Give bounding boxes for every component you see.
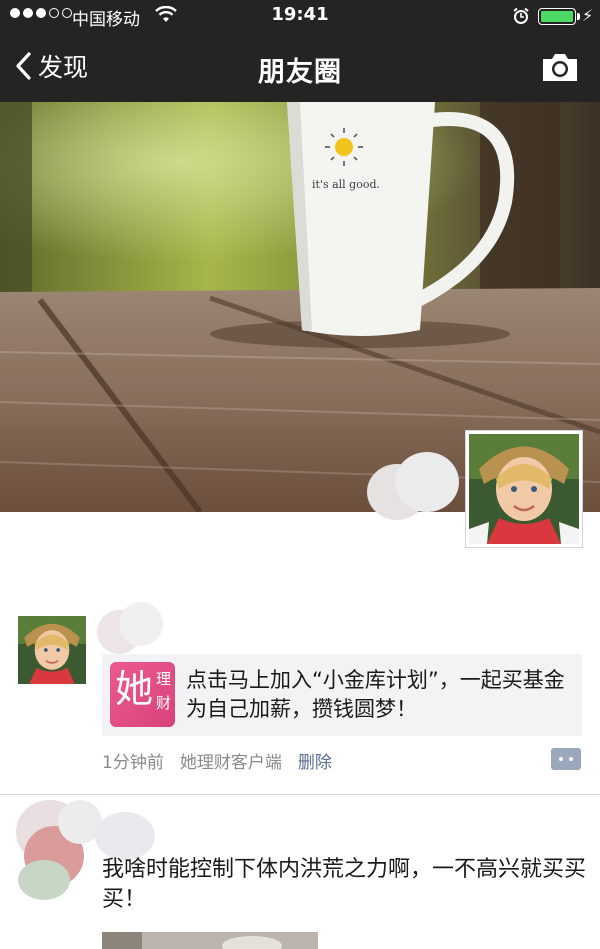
camera-icon[interactable] (540, 50, 580, 84)
nav-bar: 发现 朋友圈 (0, 32, 600, 102)
post-text: 我啥时能控制下体内洪荒之力啊，一不高兴就买买买！ (102, 857, 587, 912)
post-author-blurred (97, 602, 163, 654)
post-time: 1分钟前 (102, 753, 164, 773)
logo-char-1: 理 (156, 670, 172, 688)
comment-icon[interactable] (551, 748, 581, 770)
post-image[interactable] (102, 932, 318, 949)
post-avatar[interactable] (18, 616, 86, 684)
delete-link[interactable]: 删除 (298, 748, 332, 773)
logo-char-2: 财 (156, 694, 172, 712)
link-title: 点击马上加入“小金库计划”，一起买基金为自己加薪，攒钱圆梦！ (186, 668, 565, 721)
logo-char-main: 她 (115, 667, 154, 711)
post-source: 她理财客户端 (179, 753, 282, 773)
charging-icon: ⚡ (582, 6, 594, 25)
battery-tip (577, 13, 580, 20)
battery-icon (538, 8, 576, 25)
page-title: 朋友圈 (258, 57, 342, 88)
status-bar: 中国移动 19:41 ⚡ (0, 0, 600, 32)
profile-name-blurred (367, 452, 459, 520)
alarm-icon (513, 7, 529, 24)
top-bar: 中国移动 19:41 ⚡ 发现 朋友圈 (0, 0, 600, 102)
profile-avatar[interactable] (465, 430, 583, 548)
app-logo: 她 理 财 (110, 662, 175, 727)
post-author-blurred (95, 812, 155, 860)
post-meta: 1分钟前 她理财客户端 删除 (102, 748, 332, 773)
status-time: 19:41 (271, 4, 329, 25)
mug-text: it's all good. (312, 178, 380, 191)
shared-link-card[interactable]: 她 理 财 点击马上加入“小金库计划”，一起买基金为自己加薪，攒钱圆梦！ (102, 654, 582, 736)
